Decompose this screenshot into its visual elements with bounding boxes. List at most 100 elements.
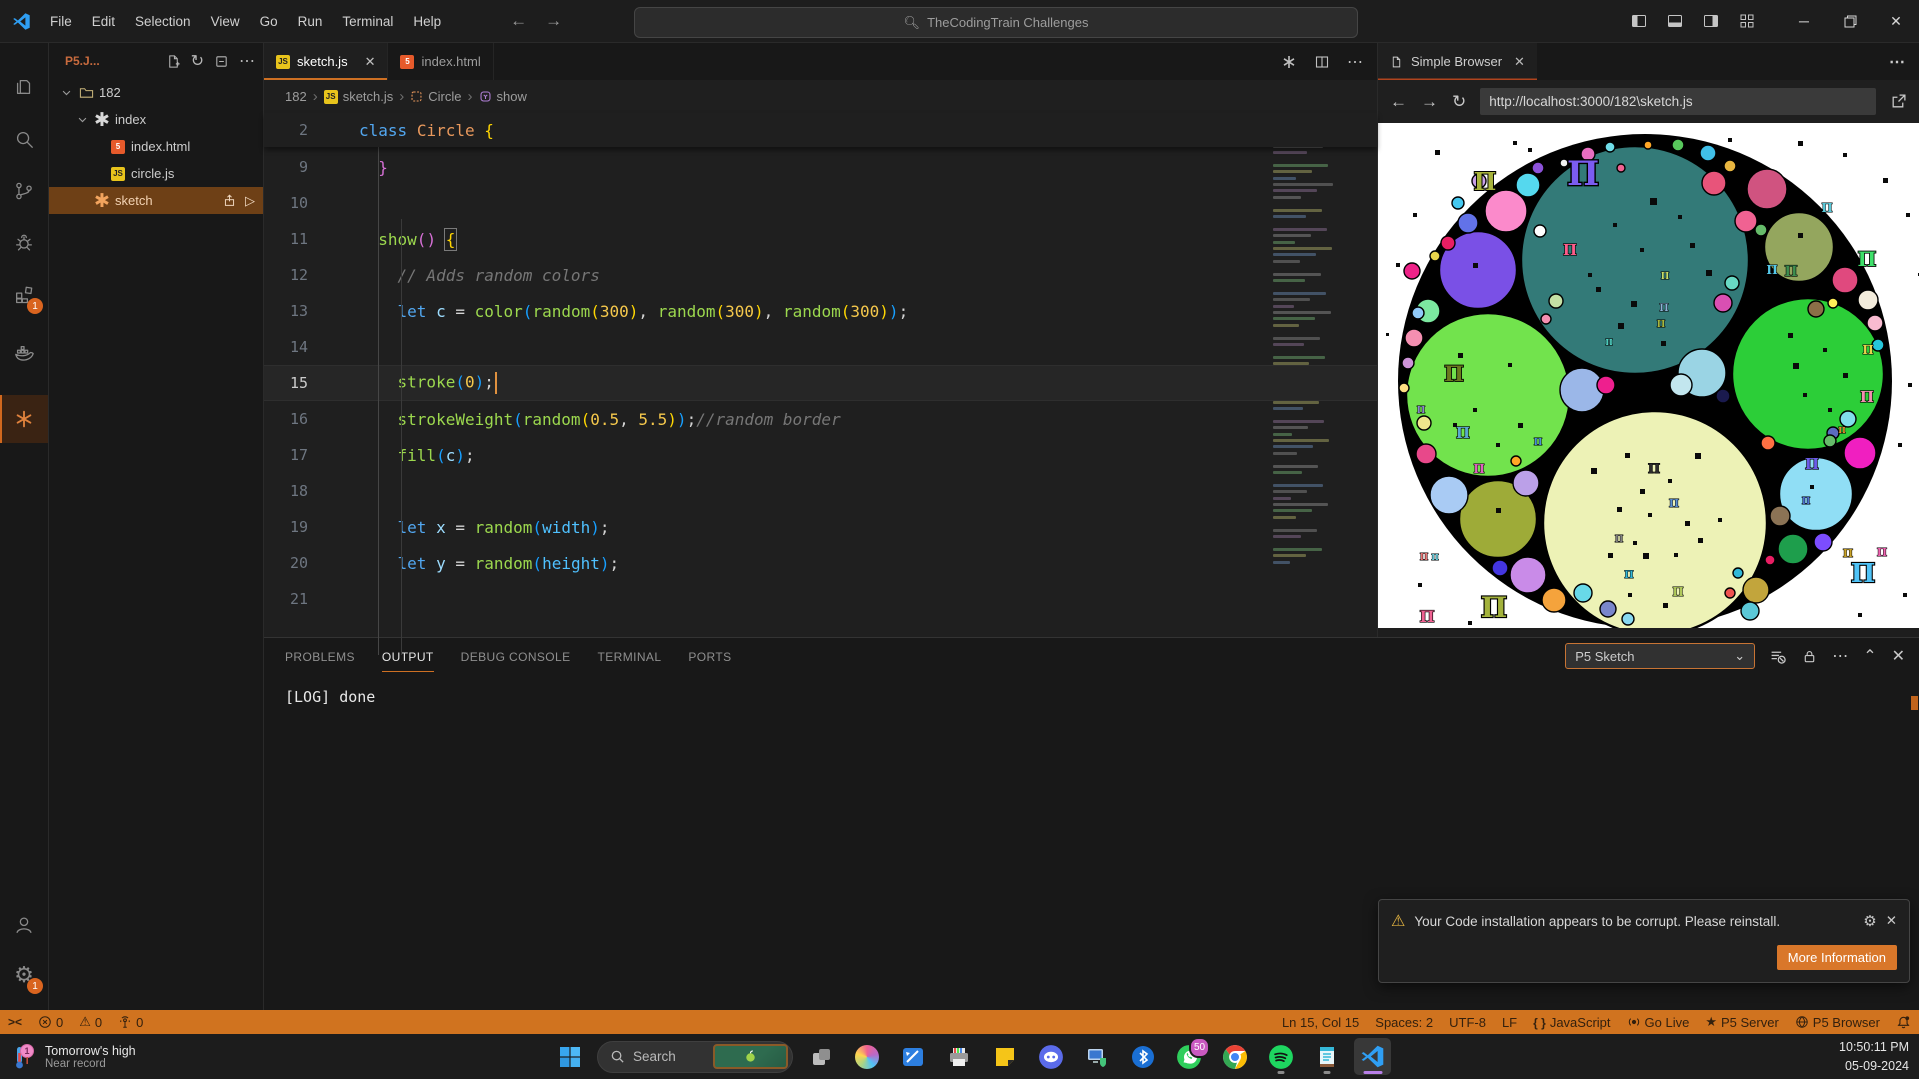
browser-forward-icon[interactable]: → [1421, 92, 1438, 112]
status-lf[interactable]: LF [1494, 1010, 1525, 1034]
activity-item-p5-sketch-icon[interactable] [0, 395, 48, 443]
browser-back-icon[interactable]: ← [1390, 92, 1407, 112]
more-information-button[interactable]: More Information [1777, 945, 1897, 970]
taskbar-icon-spotify[interactable] [1262, 1038, 1299, 1075]
taskbar-icon-task-view[interactable] [802, 1038, 839, 1075]
browser-url-input[interactable]: http://localhost:3000/182\sketch.js [1480, 88, 1876, 115]
activity-item-search-icon[interactable] [0, 115, 48, 163]
taskbar-icon-snipping-tool[interactable] [894, 1038, 931, 1075]
code-line-11[interactable]: 11 show() { [264, 221, 1377, 257]
close-window-button[interactable]: ✕ [1873, 0, 1919, 42]
activity-item-settings-gear-icon[interactable]: ⚙1 [0, 951, 48, 999]
code-line-14[interactable]: 14 [264, 329, 1377, 365]
tree-item-index-html[interactable]: 5index.html [49, 133, 263, 160]
toggle-panel-icon[interactable] [1667, 13, 1683, 29]
restore-button[interactable] [1827, 0, 1873, 42]
maximize-panel-icon[interactable]: ⌃ [1863, 646, 1876, 666]
code-area[interactable]: 2class Circle { 9 }1011 show() {12 // Ad… [264, 113, 1377, 637]
tree-item-circle-js[interactable]: JScircle.js [49, 160, 263, 187]
code-line-16[interactable]: 16 strokeWeight(random(0.5, 5.5));//rand… [264, 401, 1377, 437]
taskbar-icon-notepad[interactable] [1308, 1038, 1345, 1075]
menu-item-run[interactable]: Run [289, 9, 332, 34]
menu-item-file[interactable]: File [41, 9, 81, 34]
tab-simple-browser[interactable]: Simple Browser ✕ [1378, 43, 1537, 80]
breadcrumb-item-show[interactable]: show [479, 89, 527, 104]
weather-widget[interactable]: 1 Tomorrow's high Near record [0, 1043, 250, 1071]
panel-tab-problems[interactable]: PROBLEMS [285, 641, 355, 672]
start-button[interactable] [551, 1038, 588, 1075]
status-javascript[interactable]: { }JavaScript [1525, 1010, 1618, 1034]
toggle-sidebar-icon[interactable] [1631, 13, 1647, 29]
browser-reload-icon[interactable]: ↻ [1452, 92, 1466, 112]
export-sketch-icon[interactable] [223, 194, 236, 207]
notification-settings-gear-icon[interactable]: ⚙ [1863, 914, 1876, 929]
activity-item-debug-icon[interactable] [0, 219, 48, 267]
menu-item-terminal[interactable]: Terminal [333, 9, 402, 34]
panel-scrollbar-thumb[interactable] [1911, 696, 1918, 710]
menu-item-go[interactable]: Go [251, 9, 287, 34]
status-ln-15-col-15[interactable]: Ln 15, Col 15 [1274, 1010, 1367, 1034]
menu-item-help[interactable]: Help [404, 9, 450, 34]
new-file-icon[interactable] [166, 54, 181, 69]
status-utf-8[interactable]: UTF-8 [1441, 1010, 1494, 1034]
status-0[interactable]: 0 [110, 1010, 151, 1034]
menu-item-view[interactable]: View [202, 9, 249, 34]
lock-icon[interactable] [1802, 649, 1817, 664]
tree-item-182[interactable]: 182 [49, 79, 263, 106]
browser-more-actions-icon[interactable]: ⋯ [1889, 52, 1907, 72]
code-line-17[interactable]: 17 fill(c); [264, 437, 1377, 473]
status-spaces-2[interactable]: Spaces: 2 [1367, 1010, 1441, 1034]
panel-more-actions-icon[interactable]: ⋯ [1832, 646, 1848, 666]
browser-viewport[interactable]: ΠΠΠΠΠΠΠΠΠΠΠΠΠΠΠΠΠΠΠΠΠΠΠΠΠΠΠΠΠΠΠΠΠ [1378, 123, 1919, 628]
code-line-20[interactable]: 20 let y = random(height); [264, 545, 1377, 581]
panel-tab-output[interactable]: OUTPUT [382, 641, 434, 672]
activity-item-docker-icon[interactable] [0, 329, 48, 377]
breadcrumb-item-Circle[interactable]: Circle [410, 89, 461, 104]
taskbar-icon-discord[interactable] [1032, 1038, 1069, 1075]
taskbar-icon-chrome[interactable] [1216, 1038, 1253, 1075]
code-line-19[interactable]: 19 let x = random(width); [264, 509, 1377, 545]
code-line-15[interactable]: 15 stroke(0); [264, 365, 1377, 401]
activity-item-extensions-icon[interactable]: 1 [0, 271, 48, 319]
tree-item-sketch[interactable]: ✱sketch▷ [49, 187, 263, 214]
nav-forward-icon[interactable]: → [545, 11, 562, 31]
run-sketch-icon[interactable]: ▷ [245, 193, 255, 209]
status-0[interactable]: 0 [30, 1010, 71, 1034]
activity-item-files-icon[interactable] [0, 63, 48, 111]
activity-item-source-control-icon[interactable] [0, 167, 48, 215]
tab-index-html[interactable]: 5index.html [388, 43, 493, 80]
status-p5-server[interactable]: ★P5 Server [1697, 1010, 1786, 1034]
breadcrumb-item-182[interactable]: 182 [285, 89, 307, 104]
taskbar-search-input[interactable]: Search [597, 1041, 793, 1073]
tree-item-index[interactable]: ✱index [49, 106, 263, 133]
open-external-icon[interactable] [1890, 93, 1907, 110]
nav-back-icon[interactable]: ← [510, 11, 527, 31]
code-line-18[interactable]: 18 [264, 473, 1377, 509]
status-go-live[interactable]: Go Live [1619, 1010, 1698, 1034]
taskbar-icon-whatsapp[interactable]: 50 [1170, 1038, 1207, 1075]
taskbar-clock[interactable]: 10:50:11 PM 05-09-2024 [1839, 1038, 1909, 1074]
close-panel-icon[interactable]: ✕ [1892, 646, 1905, 666]
clear-output-icon[interactable] [1770, 648, 1787, 665]
run-sketch-icon[interactable] [1281, 54, 1297, 70]
taskbar-icon-copilot[interactable] [848, 1038, 885, 1075]
close-tab-icon[interactable]: ✕ [1514, 54, 1525, 70]
code-line-21[interactable]: 21 [264, 581, 1377, 617]
panel-tab-terminal[interactable]: TERMINAL [598, 641, 662, 672]
toggle-secondary-sidebar-icon[interactable] [1703, 13, 1719, 29]
status-p5-browser[interactable]: P5 Browser [1787, 1010, 1888, 1034]
status--[interactable]: >< [0, 1010, 30, 1034]
split-editor-icon[interactable] [1314, 54, 1330, 70]
code-line-9[interactable]: 9 } [264, 149, 1377, 185]
output-channel-dropdown[interactable]: P5 Sketch ⌄ [1565, 643, 1755, 669]
command-center-search[interactable]: 🔍︎ TheCodingTrain Challenges [634, 7, 1358, 38]
code-line-12[interactable]: 12 // Adds random colors [264, 257, 1377, 293]
minimize-button[interactable]: ─ [1781, 0, 1827, 42]
tab-sketch-js[interactable]: JSsketch.js✕ [264, 43, 388, 80]
collapse-all-icon[interactable] [214, 54, 229, 69]
taskbar-icon-printer[interactable] [940, 1038, 977, 1075]
status-bell[interactable] [1888, 1010, 1919, 1034]
breadcrumb-item-sketch-js[interactable]: JSsketch.js [324, 89, 394, 104]
close-tab-icon[interactable]: ✕ [365, 54, 376, 70]
status-0[interactable]: ⚠0 [71, 1010, 110, 1034]
